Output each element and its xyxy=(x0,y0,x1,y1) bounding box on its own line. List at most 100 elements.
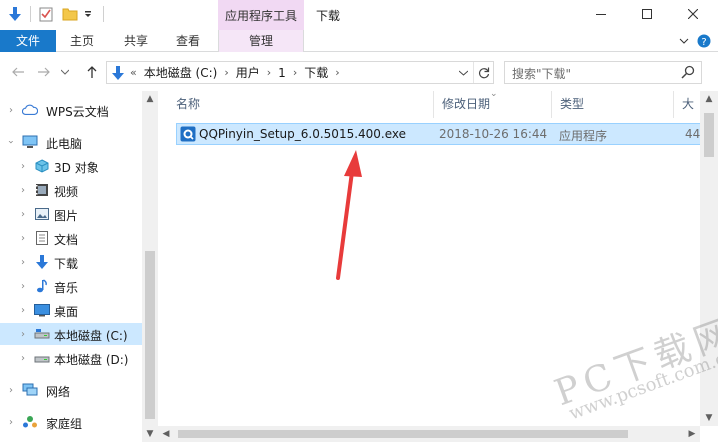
nav-item-pictures[interactable]: › 图片 xyxy=(0,203,142,225)
content-horizontal-scrollbar[interactable]: ◀ ▶ xyxy=(158,426,700,442)
chevron-right-icon[interactable]: › xyxy=(332,66,342,79)
chevron-right-icon[interactable]: › xyxy=(18,203,28,225)
nav-scrollbar-thumb[interactable] xyxy=(145,251,155,419)
nav-item-drive-c[interactable]: › 本地磁盘 (C:) xyxy=(0,323,142,345)
properties-icon[interactable] xyxy=(37,5,55,23)
tab-share[interactable]: 共享 xyxy=(114,30,158,52)
tab-view[interactable]: 查看 xyxy=(166,30,210,52)
nav-item-label: 网络 xyxy=(46,385,71,399)
chevron-right-icon[interactable]: › xyxy=(290,66,300,79)
recent-locations-button[interactable] xyxy=(58,64,72,80)
scroll-right-arrow[interactable]: ▶ xyxy=(684,426,700,442)
chevron-right-icon[interactable]: › xyxy=(18,323,28,345)
file-name: QQPinyin_Setup_6.0.5015.400.exe xyxy=(199,127,407,141)
chevron-right-icon[interactable]: › xyxy=(6,379,16,401)
search-input[interactable]: 搜索"下载" xyxy=(504,61,702,84)
breadcrumb-item[interactable]: 1 xyxy=(274,66,290,80)
context-group-label: 应用程序工具 xyxy=(224,9,297,23)
address-bar[interactable]: « 本地磁盘 (C:) › 用户 › 1 › 下载 › xyxy=(106,61,494,84)
new-folder-icon[interactable] xyxy=(61,5,79,23)
file-modified: 2018-10-26 16:44 xyxy=(439,127,548,141)
refresh-icon xyxy=(478,67,489,78)
svg-text:?: ? xyxy=(701,37,706,48)
nav-item-label: 桌面 xyxy=(54,305,79,319)
nav-item-label: 此电脑 xyxy=(46,137,83,151)
up-button[interactable] xyxy=(82,64,102,80)
content-vscroll-thumb[interactable] xyxy=(704,113,714,157)
ribbon-tab-bar: 文件 主页 共享 查看 管理 ? xyxy=(0,30,718,52)
column-header-type[interactable]: 类型 xyxy=(552,91,674,118)
column-header-size[interactable]: 大小 xyxy=(674,91,700,118)
chevron-right-icon[interactable]: › xyxy=(18,155,28,177)
customize-icon[interactable] xyxy=(79,5,97,23)
scroll-up-arrow[interactable]: ▲ xyxy=(142,91,158,107)
tab-file[interactable]: 文件 xyxy=(0,30,56,52)
chevron-down-icon[interactable]: › xyxy=(0,137,22,147)
address-history-button[interactable] xyxy=(455,62,471,83)
drive-icon xyxy=(34,350,50,366)
nav-item-label: 图片 xyxy=(54,209,79,223)
chevron-right-icon[interactable]: › xyxy=(221,66,231,79)
nav-item-music[interactable]: › 音乐 xyxy=(0,275,142,297)
back-button[interactable] xyxy=(8,64,28,80)
help-button[interactable]: ? xyxy=(696,33,712,49)
column-header-name[interactable]: 名称 xyxy=(168,91,434,118)
nav-item-network[interactable]: › 网络 xyxy=(0,379,142,401)
minimize-button[interactable] xyxy=(578,0,624,28)
breadcrumb-item[interactable]: 本地磁盘 (C:) xyxy=(140,64,222,81)
arrow-right-icon xyxy=(38,67,50,77)
help-icon: ? xyxy=(697,34,711,48)
chevron-right-icon[interactable]: › xyxy=(18,347,28,369)
maximize-icon xyxy=(642,9,652,19)
close-button[interactable] xyxy=(670,0,716,28)
window-title: 下载 xyxy=(316,9,341,23)
breadcrumb-item[interactable]: 下载 xyxy=(300,64,332,81)
nav-item-documents[interactable]: › 文档 xyxy=(0,227,142,249)
drive-icon xyxy=(34,326,50,342)
chevron-right-icon[interactable]: › xyxy=(18,251,28,273)
nav-item-downloads[interactable]: › 下载 xyxy=(0,251,142,273)
nav-item-homegroup[interactable]: › 家庭组 xyxy=(0,411,142,433)
nav-item-videos[interactable]: › 视频 xyxy=(0,179,142,201)
breadcrumb-overflow[interactable]: « xyxy=(127,66,140,79)
tab-home[interactable]: 主页 xyxy=(60,30,104,52)
tab-manage[interactable]: 管理 xyxy=(218,30,304,52)
scroll-down-arrow[interactable]: ▼ xyxy=(142,426,158,442)
chevron-right-icon[interactable]: › xyxy=(18,299,28,321)
scroll-up-arrow[interactable]: ▲ xyxy=(701,91,717,107)
chevron-right-icon[interactable]: › xyxy=(6,411,16,433)
nav-item-drive-d[interactable]: › 本地磁盘 (D:) xyxy=(0,347,142,369)
desktop-icon xyxy=(34,302,50,318)
scroll-down-arrow[interactable]: ▼ xyxy=(701,410,717,426)
title-bar: 应用程序工具 下载 xyxy=(0,0,718,30)
nav-scrollbar[interactable]: ▲ ▼ xyxy=(142,91,158,442)
refresh-button[interactable] xyxy=(473,62,493,83)
minimize-icon xyxy=(596,14,606,15)
chevron-right-icon[interactable]: › xyxy=(6,99,16,121)
cloud-icon xyxy=(22,102,38,118)
forward-button[interactable] xyxy=(34,64,54,80)
chevron-right-icon[interactable]: › xyxy=(18,227,28,249)
nav-item-label: 3D 对象 xyxy=(54,161,99,175)
music-icon xyxy=(34,278,50,294)
down-arrow-icon[interactable] xyxy=(6,5,24,23)
search-icon[interactable] xyxy=(681,65,695,79)
nav-item-label: 家庭组 xyxy=(46,417,83,431)
nav-item-desktop[interactable]: › 桌面 xyxy=(0,299,142,321)
chevron-down-icon xyxy=(458,70,468,76)
expand-ribbon-button[interactable] xyxy=(676,33,692,49)
nav-item-label: 文档 xyxy=(54,233,79,247)
network-icon xyxy=(22,382,38,398)
computer-icon xyxy=(22,134,38,150)
chevron-down-icon xyxy=(61,69,69,75)
chevron-right-icon[interactable]: › xyxy=(18,179,28,201)
chevron-right-icon[interactable]: › xyxy=(264,66,274,79)
nav-item-this-pc[interactable]: › 此电脑 xyxy=(0,131,142,153)
breadcrumb-item[interactable]: 用户 xyxy=(232,64,264,81)
scroll-left-arrow[interactable]: ◀ xyxy=(158,426,174,442)
nav-item-3d-objects[interactable]: › 3D 对象 xyxy=(0,155,142,177)
chevron-right-icon[interactable]: › xyxy=(18,275,28,297)
table-row[interactable]: QQPinyin_Setup_6.0.5015.400.exe 2018-10-… xyxy=(176,123,702,145)
maximize-button[interactable] xyxy=(624,0,670,28)
nav-item-wps-cloud[interactable]: › WPS云文档 xyxy=(0,99,142,121)
